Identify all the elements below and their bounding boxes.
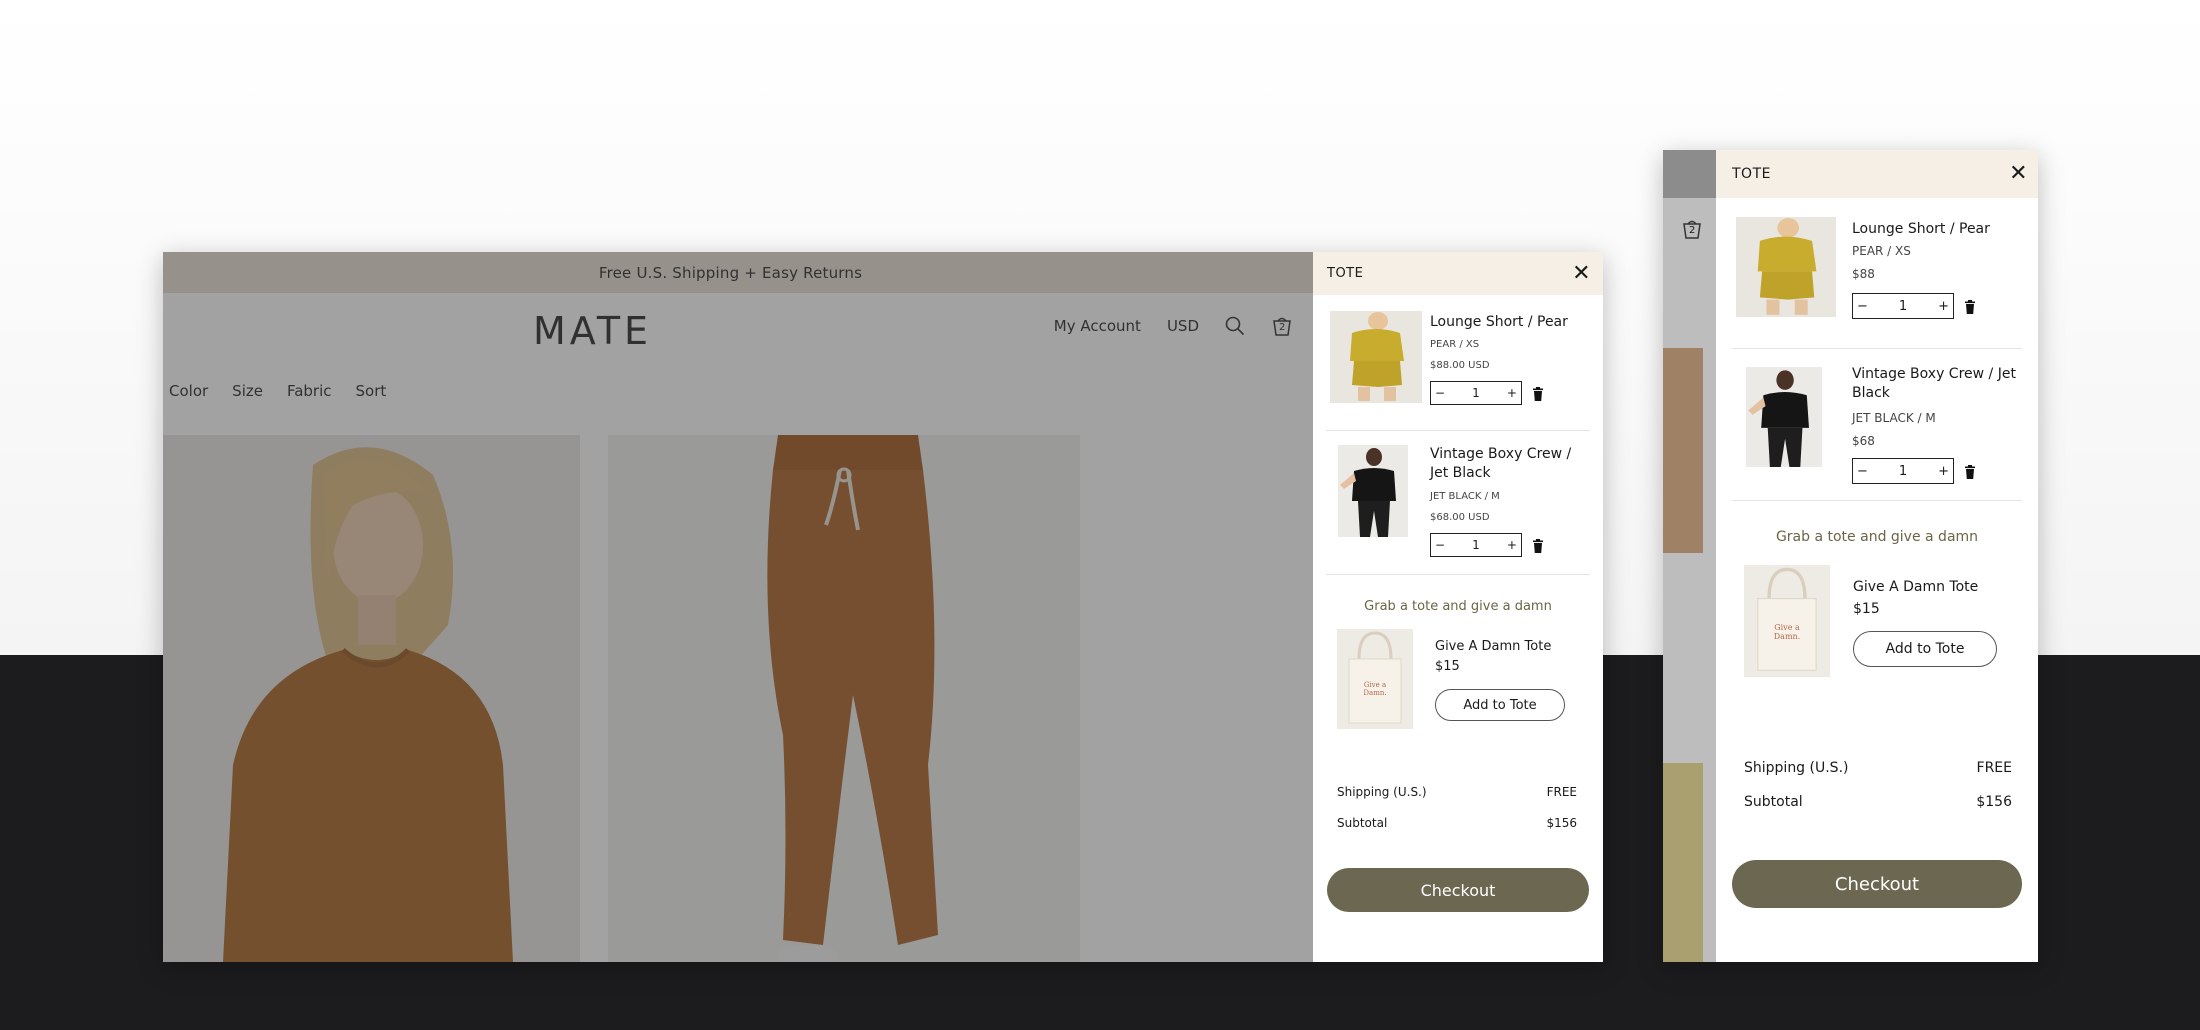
shipping-row: Shipping (U.S.) FREE (1337, 785, 1577, 799)
cart-item-name[interactable]: Vintage Boxy Crew / Jet Black (1852, 365, 2022, 403)
upsell-product-name[interactable]: Give A Damn Tote (1853, 579, 1978, 595)
upsell-title: Grab a tote and give a damn (1775, 529, 1979, 545)
quantity-stepper: − 1 + (1430, 533, 1522, 557)
checkout-button[interactable]: Checkout (1732, 860, 2022, 908)
decrease-qty-button[interactable]: − (1435, 539, 1445, 551)
cart-title: TOTE (1732, 166, 1771, 182)
mobile-screenshot: 2 TOTE ✕ Lounge Short / Pear PEAR / XS $… (1663, 150, 2038, 962)
subtotal-value: $156 (1976, 794, 2012, 810)
trash-icon[interactable] (1964, 464, 1976, 483)
cart-count-badge: 2 (1689, 225, 1696, 236)
quantity-value[interactable]: 1 (1899, 465, 1907, 478)
upsell-title: Grab a tote and give a damn (1364, 599, 1552, 614)
quantity-stepper: − 1 + (1852, 293, 1954, 319)
cart-item-image-boxy-crew[interactable] (1338, 445, 1408, 537)
decrease-qty-button[interactable]: − (1857, 465, 1868, 478)
cart-drawer-header: TOTE ✕ (1716, 150, 2038, 198)
subtotal-row: Subtotal $156 (1744, 794, 2012, 810)
cart-item-name[interactable]: Lounge Short / Pear (1852, 220, 2022, 239)
quantity-value[interactable]: 1 (1899, 300, 1907, 313)
shipping-label: Shipping (U.S.) (1337, 785, 1427, 799)
cart-item-variant: PEAR / XS (1852, 244, 1911, 258)
cart-item-image-boxy-crew[interactable] (1746, 367, 1822, 467)
cart-item-name[interactable]: Vintage Boxy Crew / Jet Black (1430, 445, 1590, 483)
page-dim-overlay[interactable] (163, 252, 1313, 962)
subtotal-row: Subtotal $156 (1337, 816, 1577, 830)
upsell-image-tote[interactable]: Give a Damn. (1744, 565, 1830, 677)
cart-item: Vintage Boxy Crew / Jet Black JET BLACK … (1732, 349, 2022, 501)
quantity-stepper: − 1 + (1430, 381, 1522, 405)
add-to-tote-button[interactable]: Add to Tote (1853, 631, 1997, 667)
increase-qty-button[interactable]: + (1938, 465, 1949, 478)
shipping-value: FREE (1546, 785, 1577, 799)
cart-item-price: $88 (1852, 267, 1875, 281)
add-to-tote-button[interactable]: Add to Tote (1435, 689, 1565, 721)
checkout-button[interactable]: Checkout (1327, 868, 1589, 912)
shipping-row: Shipping (U.S.) FREE (1744, 760, 2012, 776)
cart-item-variant: JET BLACK / M (1852, 411, 1936, 425)
cart-drawer-header: TOTE ✕ (1313, 252, 1603, 295)
cart-item-price: $68.00 USD (1430, 512, 1490, 523)
cart-item-price: $68 (1852, 434, 1875, 448)
increase-qty-button[interactable]: + (1507, 539, 1517, 551)
shipping-value: FREE (1976, 760, 2012, 776)
mobile-page-peek: 2 (1663, 198, 1716, 962)
increase-qty-button[interactable]: + (1938, 300, 1949, 313)
desktop-screenshot: Free U.S. Shipping + Easy Returns MATE M… (163, 252, 1603, 962)
cart-item-variant: JET BLACK / M (1430, 491, 1500, 502)
upsell-product-price: $15 (1435, 659, 1460, 674)
trash-icon[interactable] (1532, 386, 1544, 405)
cart-item-image-lounge-short[interactable] (1736, 217, 1836, 317)
quantity-stepper: − 1 + (1852, 458, 1954, 484)
subtotal-label: Subtotal (1744, 794, 1803, 810)
cart-item-price: $88.00 USD (1430, 360, 1490, 371)
decrease-qty-button[interactable]: − (1435, 387, 1445, 399)
cart-item: Vintage Boxy Crew / Jet Black JET BLACK … (1326, 431, 1590, 575)
upsell-product-name[interactable]: Give A Damn Tote (1435, 639, 1551, 654)
bag-icon[interactable]: 2 (1681, 218, 1703, 244)
close-icon[interactable]: ✕ (2009, 163, 2028, 185)
peek-image (1663, 348, 1703, 553)
cart-item-name[interactable]: Lounge Short / Pear (1430, 313, 1590, 332)
subtotal-value: $156 (1546, 816, 1577, 830)
trash-icon[interactable] (1532, 538, 1544, 557)
tote-print-text: Give a Damn. (1773, 623, 1801, 641)
close-icon[interactable]: ✕ (1572, 262, 1591, 285)
cart-item-variant: PEAR / XS (1430, 339, 1480, 350)
cart-item-image-lounge-short[interactable] (1330, 311, 1422, 403)
upsell-image-tote[interactable]: Give a Damn. (1337, 629, 1413, 729)
cart-item: Lounge Short / Pear PEAR / XS $88 − 1 + (1732, 198, 2022, 349)
mobile-cart-drawer: TOTE ✕ Lounge Short / Pear PEAR / XS $88… (1716, 150, 2038, 962)
cart-title: TOTE (1327, 266, 1364, 281)
cart-item: Lounge Short / Pear PEAR / XS $88.00 USD… (1326, 295, 1590, 431)
shipping-label: Shipping (U.S.) (1744, 760, 1849, 776)
increase-qty-button[interactable]: + (1507, 387, 1517, 399)
decrease-qty-button[interactable]: − (1857, 300, 1868, 313)
quantity-value[interactable]: 1 (1472, 539, 1480, 551)
trash-icon[interactable] (1964, 299, 1976, 318)
quantity-value[interactable]: 1 (1472, 387, 1480, 399)
store-page: Free U.S. Shipping + Easy Returns MATE M… (163, 252, 1313, 962)
upsell-product-price: $15 (1853, 601, 1880, 617)
upsell-section: Grab a tote and give a damn Give a Damn.… (1313, 575, 1603, 741)
peek-image (1663, 763, 1703, 962)
cart-drawer: TOTE ✕ Lounge Short / Pear PEAR / XS $88… (1313, 252, 1603, 962)
subtotal-label: Subtotal (1337, 816, 1388, 830)
upsell-section: Grab a tote and give a damn Give a Damn.… (1716, 501, 2038, 701)
tote-print-text: Give a Damn. (1363, 681, 1387, 697)
